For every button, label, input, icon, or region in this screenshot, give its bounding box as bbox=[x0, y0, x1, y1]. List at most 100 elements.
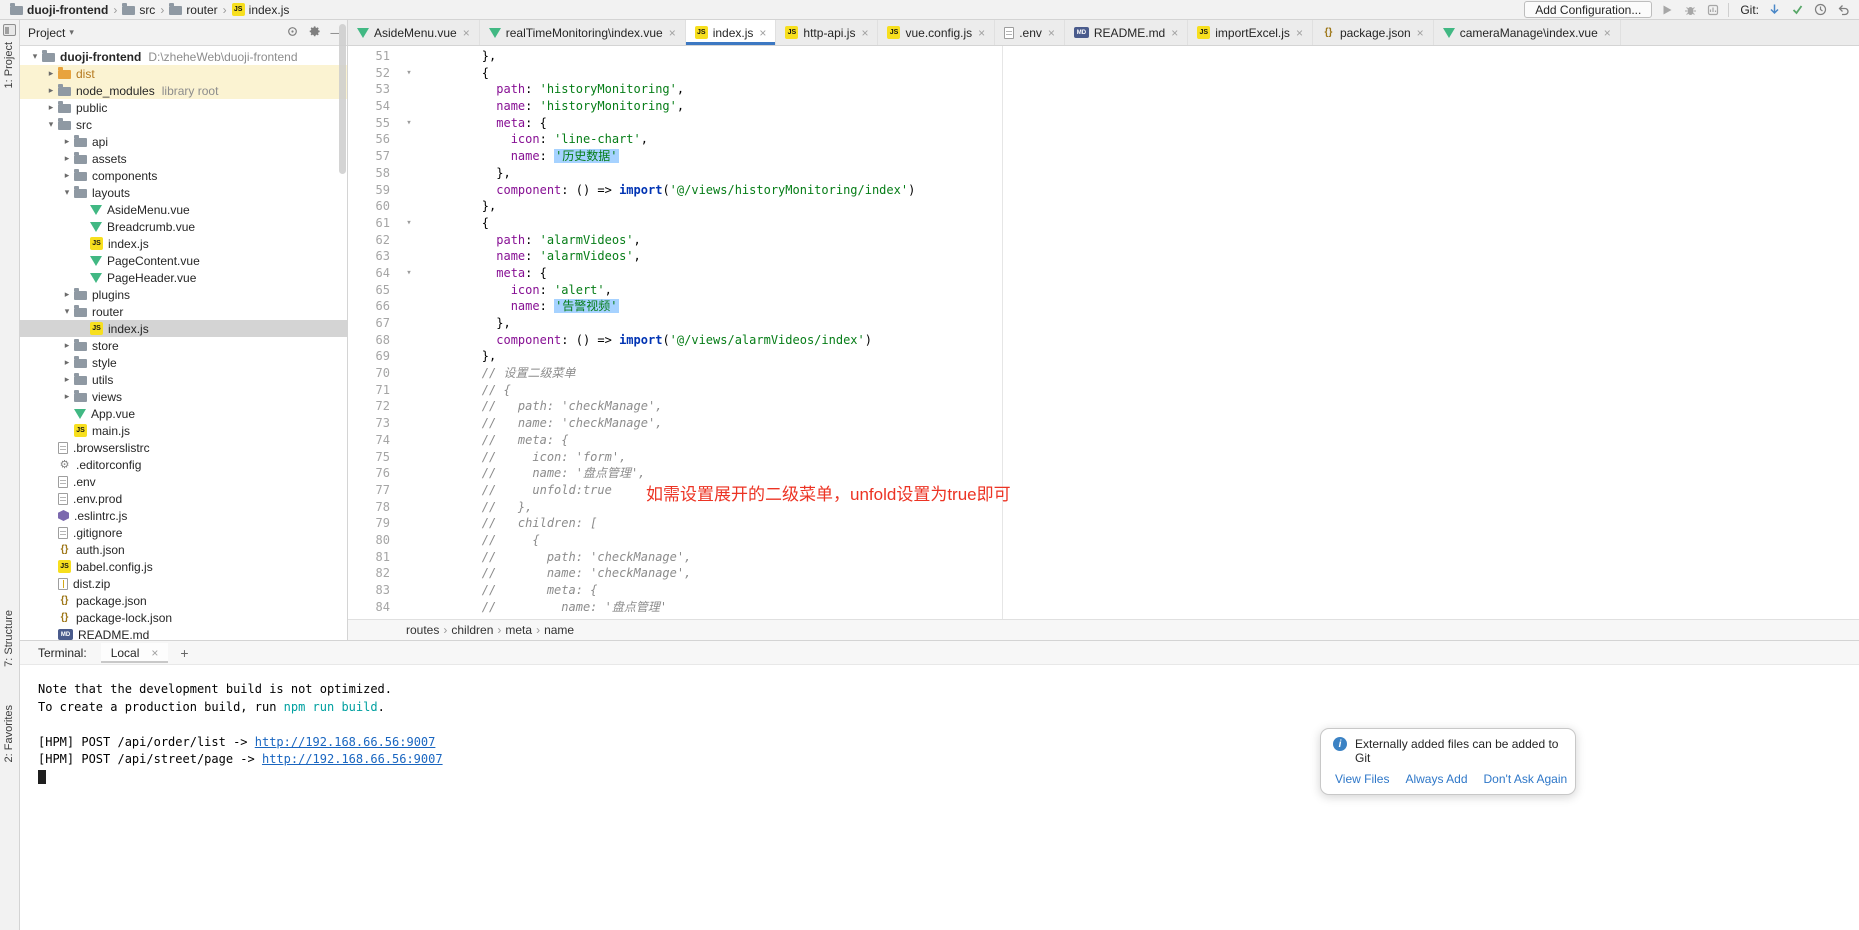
code-line[interactable]: 78 // }, bbox=[348, 499, 1859, 516]
fold-icon[interactable]: ▾ bbox=[394, 215, 424, 232]
tab-readme-md[interactable]: MDREADME.md× bbox=[1065, 20, 1188, 45]
line-number[interactable]: 83 bbox=[348, 582, 394, 599]
tab-vue-config-js[interactable]: JSvue.config.js× bbox=[878, 20, 995, 45]
tree-item-env-prod[interactable]: .env.prod bbox=[20, 490, 347, 507]
debug-icon[interactable] bbox=[1682, 2, 1698, 18]
code-line[interactable]: 51 }, bbox=[348, 48, 1859, 65]
code-line[interactable]: 58 }, bbox=[348, 165, 1859, 182]
fold-icon[interactable]: ▾ bbox=[394, 65, 424, 82]
hide-panel-icon[interactable]: ─ bbox=[330, 26, 339, 40]
tab-close-icon[interactable]: × bbox=[759, 26, 766, 40]
code-line[interactable]: 60 }, bbox=[348, 198, 1859, 215]
profile-icon[interactable] bbox=[1705, 2, 1721, 18]
terminal-tab-local[interactable]: Local × bbox=[101, 643, 169, 663]
line-number[interactable]: 70 bbox=[348, 365, 394, 382]
line-number[interactable]: 59 bbox=[348, 182, 394, 199]
line-number[interactable]: 63 bbox=[348, 248, 394, 265]
line-number[interactable]: 79 bbox=[348, 515, 394, 532]
gear-icon[interactable] bbox=[308, 25, 321, 41]
line-number[interactable]: 71 bbox=[348, 382, 394, 399]
tab-importexcel-js[interactable]: JSimportExcel.js× bbox=[1188, 20, 1313, 45]
tab-close-icon[interactable]: × bbox=[978, 26, 985, 40]
line-number[interactable]: 72 bbox=[348, 398, 394, 415]
tool-button-structure[interactable]: 7: Structure bbox=[3, 610, 15, 667]
tab-close-icon[interactable]: × bbox=[1417, 26, 1424, 40]
tree-item-editorconfig[interactable]: ⚙.editorconfig bbox=[20, 456, 347, 473]
breadcrumb-item-src[interactable]: src bbox=[120, 3, 157, 17]
line-number[interactable]: 61 bbox=[348, 215, 394, 232]
tree-item-main-js[interactable]: JSmain.js bbox=[20, 422, 347, 439]
fold-icon[interactable]: ▾ bbox=[394, 115, 424, 132]
code-line[interactable]: 65 icon: 'alert', bbox=[348, 282, 1859, 299]
line-number[interactable]: 67 bbox=[348, 315, 394, 332]
tree-item-assets[interactable]: ▸assets bbox=[20, 150, 347, 167]
git-commit-icon[interactable] bbox=[1789, 2, 1805, 18]
tree-item-duoji-frontend[interactable]: ▾duoji-frontendD:\zheheWeb\duoji-fronten… bbox=[20, 48, 347, 65]
git-rollback-icon[interactable] bbox=[1835, 2, 1851, 18]
breadcrumb-item-duoji-frontend[interactable]: duoji-frontend bbox=[8, 3, 110, 17]
line-number[interactable]: 68 bbox=[348, 332, 394, 349]
terminal-link[interactable]: http://192.168.66.56:9007 bbox=[255, 735, 436, 749]
line-number[interactable]: 53 bbox=[348, 81, 394, 98]
line-number[interactable]: 62 bbox=[348, 232, 394, 249]
terminal-link[interactable]: http://192.168.66.56:9007 bbox=[262, 752, 443, 766]
tree-item-readme-md[interactable]: MDREADME.md bbox=[20, 626, 347, 640]
editor-breadcrumb-meta[interactable]: meta bbox=[503, 623, 534, 637]
tree-item-browserslistrc[interactable]: .browserslistrc bbox=[20, 439, 347, 456]
code-line[interactable]: 56 icon: 'line-chart', bbox=[348, 131, 1859, 148]
chevron-right-icon[interactable]: ▸ bbox=[60, 153, 74, 164]
line-number[interactable]: 55 bbox=[348, 115, 394, 132]
git-history-icon[interactable] bbox=[1812, 2, 1828, 18]
line-number[interactable]: 66 bbox=[348, 298, 394, 315]
line-number[interactable]: 52 bbox=[348, 65, 394, 82]
line-number[interactable]: 54 bbox=[348, 98, 394, 115]
tree-item-app-vue[interactable]: App.vue bbox=[20, 405, 347, 422]
code-line[interactable]: 62 path: 'alarmVideos', bbox=[348, 232, 1859, 249]
code-line[interactable]: 80 // { bbox=[348, 532, 1859, 549]
line-number[interactable]: 78 bbox=[348, 499, 394, 516]
chevron-right-icon[interactable]: ▸ bbox=[60, 374, 74, 385]
chevron-down-icon[interactable]: ▾ bbox=[60, 187, 74, 198]
code-line[interactable]: 71 // { bbox=[348, 382, 1859, 399]
tree-item-utils[interactable]: ▸utils bbox=[20, 371, 347, 388]
notification-action-always-add[interactable]: Always Add bbox=[1405, 772, 1467, 786]
line-number[interactable]: 58 bbox=[348, 165, 394, 182]
tab-realtimemonitoring-index-vue[interactable]: realTimeMonitoring\index.vue× bbox=[480, 20, 686, 45]
line-number[interactable]: 80 bbox=[348, 532, 394, 549]
tree-item-index-js[interactable]: JSindex.js bbox=[20, 320, 347, 337]
line-number[interactable]: 64 bbox=[348, 265, 394, 282]
tab-env[interactable]: .env× bbox=[995, 20, 1065, 45]
terminal-output[interactable]: Note that the development build is not o… bbox=[20, 665, 1859, 930]
code-line[interactable]: 69 }, bbox=[348, 348, 1859, 365]
tree-item-views[interactable]: ▸views bbox=[20, 388, 347, 405]
line-number[interactable]: 60 bbox=[348, 198, 394, 215]
line-number[interactable]: 82 bbox=[348, 565, 394, 582]
line-number[interactable]: 74 bbox=[348, 432, 394, 449]
tree-item-pageheader-vue[interactable]: PageHeader.vue bbox=[20, 269, 347, 286]
line-number[interactable]: 51 bbox=[348, 48, 394, 65]
tree-item-components[interactable]: ▸components bbox=[20, 167, 347, 184]
tree-item-layouts[interactable]: ▾layouts bbox=[20, 184, 347, 201]
tree-item-breadcrumb-vue[interactable]: Breadcrumb.vue bbox=[20, 218, 347, 235]
code-line[interactable]: 66 name: '告警视频' bbox=[348, 298, 1859, 315]
chevron-right-icon[interactable]: ▸ bbox=[60, 170, 74, 181]
code-line[interactable]: 59 component: () => import('@/views/hist… bbox=[348, 182, 1859, 199]
tree-item-node-modules[interactable]: ▸node_moduleslibrary root bbox=[20, 82, 347, 99]
tree-item-dist-zip[interactable]: dist.zip bbox=[20, 575, 347, 592]
tab-asidemenu-vue[interactable]: AsideMenu.vue× bbox=[348, 20, 480, 45]
chevron-right-icon[interactable]: ▸ bbox=[60, 289, 74, 300]
tab-package-json[interactable]: {}package.json× bbox=[1313, 20, 1434, 45]
line-number[interactable]: 57 bbox=[348, 148, 394, 165]
tree-item-router[interactable]: ▾router bbox=[20, 303, 347, 320]
code-line[interactable]: 55▾ meta: { bbox=[348, 115, 1859, 132]
tree-item-api[interactable]: ▸api bbox=[20, 133, 347, 150]
new-terminal-icon[interactable]: + bbox=[180, 645, 188, 661]
tree-item-auth-json[interactable]: {}auth.json bbox=[20, 541, 347, 558]
fold-icon[interactable]: ▾ bbox=[394, 265, 424, 282]
code-line[interactable]: 82 // name: 'checkManage', bbox=[348, 565, 1859, 582]
chevron-down-icon[interactable]: ▾ bbox=[60, 306, 74, 317]
line-number[interactable]: 56 bbox=[348, 131, 394, 148]
editor-breadcrumb-children[interactable]: children bbox=[449, 623, 495, 637]
code-line[interactable]: 67 }, bbox=[348, 315, 1859, 332]
chevron-down-icon[interactable]: ▾ bbox=[28, 51, 42, 62]
